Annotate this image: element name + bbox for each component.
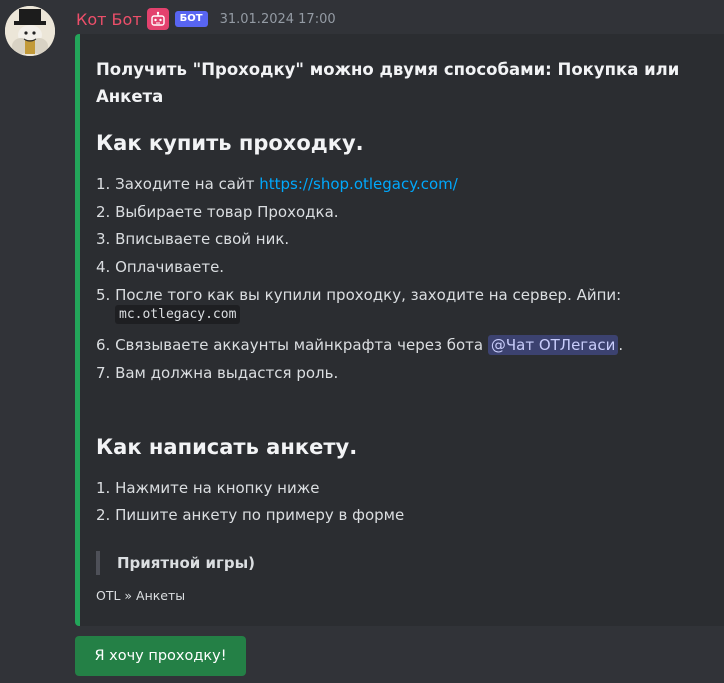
message-header: Кот Бот БОТ 31.01.2024 17:00 — [76, 8, 336, 30]
shop-link[interactable]: https://shop.otlegacy.com/ — [259, 175, 458, 193]
robot-icon — [146, 8, 169, 30]
buy-step-1: 1. Заходите на сайт https://shop.otlegac… — [96, 175, 458, 193]
buy-step-6-suffix: . — [618, 336, 624, 354]
buy-heading: Как купить проходку. — [96, 131, 364, 155]
buy-step-3: 3. Вписываете свой ник. — [96, 230, 290, 248]
bot-avatar[interactable] — [5, 6, 55, 56]
author-name[interactable]: Кот Бот — [76, 10, 142, 29]
buy-step-2: 2. Выбираете товар Проходка. — [96, 203, 339, 221]
bot-mention[interactable]: @Чат OTЛегаси — [487, 335, 619, 355]
buy-step-6: 6. Связываете аккаунты майнкрафта через … — [96, 335, 624, 355]
buy-step-4: 4. Оплачиваете. — [96, 258, 225, 276]
buy-step-5: 5. После того как вы купили проходку, за… — [96, 286, 622, 304]
message-embed: Получить "Проходку" можно двумя способам… — [75, 34, 724, 626]
form-step-1: 1. Нажмите на кнопку ниже — [96, 479, 320, 497]
form-step-2: 2. Пишите анкету по примеру в форме — [96, 506, 405, 524]
message-timestamp[interactable]: 31.01.2024 17:00 — [220, 12, 336, 27]
request-pass-button[interactable]: Я хочу проходку! — [75, 636, 246, 676]
server-ip-code: mc.otlegacy.com — [115, 305, 241, 324]
embed-footer: OTL » Анкеты — [96, 588, 186, 603]
buy-step-6-text: 6. Связываете аккаунты майнкрафта через … — [96, 336, 488, 354]
blockquote: Приятной игры) — [96, 551, 255, 575]
buy-step-7: 7. Вам должна выдастся роль. — [96, 364, 339, 382]
form-heading: Как написать анкету. — [96, 435, 358, 459]
buy-step-1-text: 1. Заходите на сайт — [96, 175, 260, 193]
embed-intro: Получить "Проходку" можно двумя способам… — [96, 60, 680, 106]
bot-badge: БОТ — [174, 11, 208, 27]
